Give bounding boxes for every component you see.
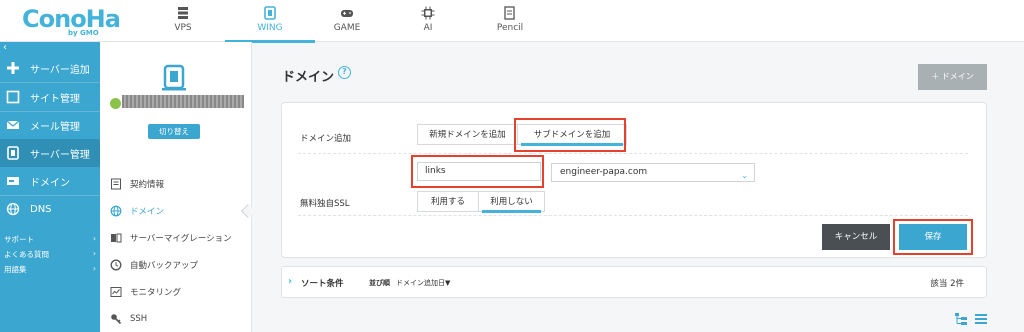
subnav-item-label: SSH	[130, 314, 148, 324]
top-header: ConoHa by GMO VPS WING GAME AI Pencil	[0, 0, 1024, 43]
domain-add-label: ドメイン追加	[300, 134, 352, 144]
sidebar-item-server[interactable]: サーバー管理	[0, 139, 100, 167]
sidebar-item-site[interactable]: サイト管理	[0, 83, 100, 111]
redacted-server-name	[122, 95, 244, 108]
chevron-right-icon: ›	[93, 234, 96, 243]
sidebar-link-glossary[interactable]: 用語集 ›	[4, 264, 96, 275]
sidebar-item-label: メール管理	[30, 121, 80, 133]
main-sidebar: ‹ サーバー追加 サイト管理 メール管理 サーバー管理 ドメイン DNS サポー…	[0, 42, 100, 332]
wing-icon	[264, 6, 276, 20]
sidebar-item-add-server[interactable]: サーバー追加	[0, 54, 100, 82]
order-value[interactable]: ドメイン追加日▼	[396, 278, 450, 288]
backup-icon	[110, 259, 122, 271]
contract-icon	[111, 178, 121, 190]
sidebar-item-domain[interactable]: ドメイン	[0, 167, 100, 195]
sidebar-link-label: 用語集	[4, 265, 27, 274]
ssl-label: 無料独自SSL	[300, 199, 350, 209]
sidebar-link-label: よくある質問	[4, 250, 49, 259]
subnav-item-label: モニタリング	[130, 288, 182, 298]
subnav-item-label: 自動バックアップ	[130, 261, 199, 271]
result-count: 該当 2件	[930, 279, 964, 289]
domain-select[interactable]: engineer-papa.com ⌄	[551, 163, 755, 182]
migration-icon	[111, 233, 122, 243]
subnav-item-backup[interactable]: 自動バックアップ	[110, 255, 250, 275]
page-title: ドメイン	[282, 70, 335, 85]
subnav-item-ssh[interactable]: SSH	[110, 309, 250, 329]
server-icon	[162, 64, 186, 91]
conoha-logo[interactable]: ConoHa by GMO	[22, 6, 121, 37]
subnav-item-domain[interactable]: ドメイン	[110, 201, 250, 221]
tab-pencil[interactable]: Pencil	[465, 0, 555, 42]
tab-vps[interactable]: VPS	[138, 0, 228, 42]
order-label: 並び順	[369, 279, 390, 287]
chevron-right-icon: ›	[288, 276, 293, 287]
subnav-item-contract[interactable]: 契約情報	[110, 174, 250, 194]
tree-view-icon[interactable]	[955, 313, 967, 325]
sort-label: ソート条件	[301, 279, 344, 289]
subnav-item-label: ドメイン	[130, 207, 165, 217]
help-icon[interactable]: ?	[338, 66, 351, 79]
sidebar-item-mail[interactable]: メール管理	[0, 111, 100, 139]
sidebar-item-label: DNS	[30, 203, 52, 215]
plus-icon	[7, 62, 19, 74]
sidebar-collapse-icon[interactable]: ‹	[3, 42, 7, 53]
tab-game[interactable]: GAME	[302, 0, 392, 42]
subnav-item-monitoring[interactable]: モニタリング	[110, 282, 250, 302]
subnav-item-label: サーバーマイグレーション	[130, 234, 232, 244]
ssl-toggle: 利用する 利用しない	[417, 191, 545, 213]
domain-icon	[7, 177, 19, 185]
globe-icon	[110, 205, 122, 217]
sidebar-link-support[interactable]: サポート ›	[4, 234, 96, 245]
add-domain-button[interactable]: ＋ ドメイン	[918, 64, 987, 90]
mail-icon	[6, 120, 20, 129]
logo-sub: by GMO	[68, 29, 99, 37]
subnav-item-label: 契約情報	[130, 180, 165, 190]
list-view-icon[interactable]	[975, 313, 987, 325]
row-divider	[298, 153, 968, 154]
monitoring-icon	[110, 287, 122, 297]
sidebar-item-label: サイト管理	[30, 93, 80, 105]
chevron-right-icon: ›	[93, 264, 96, 273]
server-icon	[7, 146, 19, 160]
chevron-right-icon: ›	[93, 249, 96, 258]
cancel-button[interactable]: キャンセル	[822, 224, 890, 250]
switch-button[interactable]: 切り替え	[148, 124, 200, 139]
sidebar-item-label: ドメイン	[30, 177, 70, 189]
server-subnav: 切り替え 契約情報 ドメイン サーバーマイグレーション 自動バックアップ モニタ…	[100, 42, 252, 332]
tab-pencil-label: Pencil	[496, 23, 524, 33]
tab-vps-label: VPS	[174, 23, 192, 33]
tab-ai[interactable]: AI	[383, 0, 473, 42]
site-icon	[6, 90, 20, 104]
sidebar-item-dns[interactable]: DNS	[0, 195, 100, 223]
ssl-use-option[interactable]: 利用する	[418, 192, 478, 212]
sidebar-link-label: サポート	[4, 235, 34, 244]
row-divider	[298, 215, 968, 216]
gamepad-icon	[341, 10, 353, 17]
ssl-nouse-option[interactable]: 利用しない	[478, 192, 544, 213]
sort-bar[interactable]: › ソート条件 並び順 ドメイン追加日▼ 該当 2件	[281, 266, 987, 298]
sidebar-item-label: サーバー管理	[30, 149, 90, 161]
power-status-icon	[110, 98, 121, 109]
highlight-subdomain-tab	[514, 118, 626, 152]
pencil-doc-icon	[504, 6, 515, 20]
subnav-item-migration[interactable]: サーバーマイグレーション	[110, 228, 250, 248]
key-icon	[111, 314, 122, 325]
tab-game-label: GAME	[333, 23, 361, 33]
server-rack-icon	[178, 7, 188, 19]
globe-icon	[6, 202, 20, 216]
tab-new-domain[interactable]: 新規ドメインを追加	[418, 125, 517, 145]
domain-select-value: engineer-papa.com	[560, 167, 648, 177]
highlight-save-button	[893, 219, 973, 255]
ai-chip-icon	[421, 6, 435, 20]
tab-ai-label: AI	[423, 23, 433, 33]
sidebar-item-label: サーバー追加	[30, 64, 90, 76]
chevron-down-icon: ⌄	[741, 171, 748, 180]
highlight-subdomain-input	[411, 155, 544, 188]
sidebar-link-faq[interactable]: よくある質問 ›	[4, 249, 96, 260]
